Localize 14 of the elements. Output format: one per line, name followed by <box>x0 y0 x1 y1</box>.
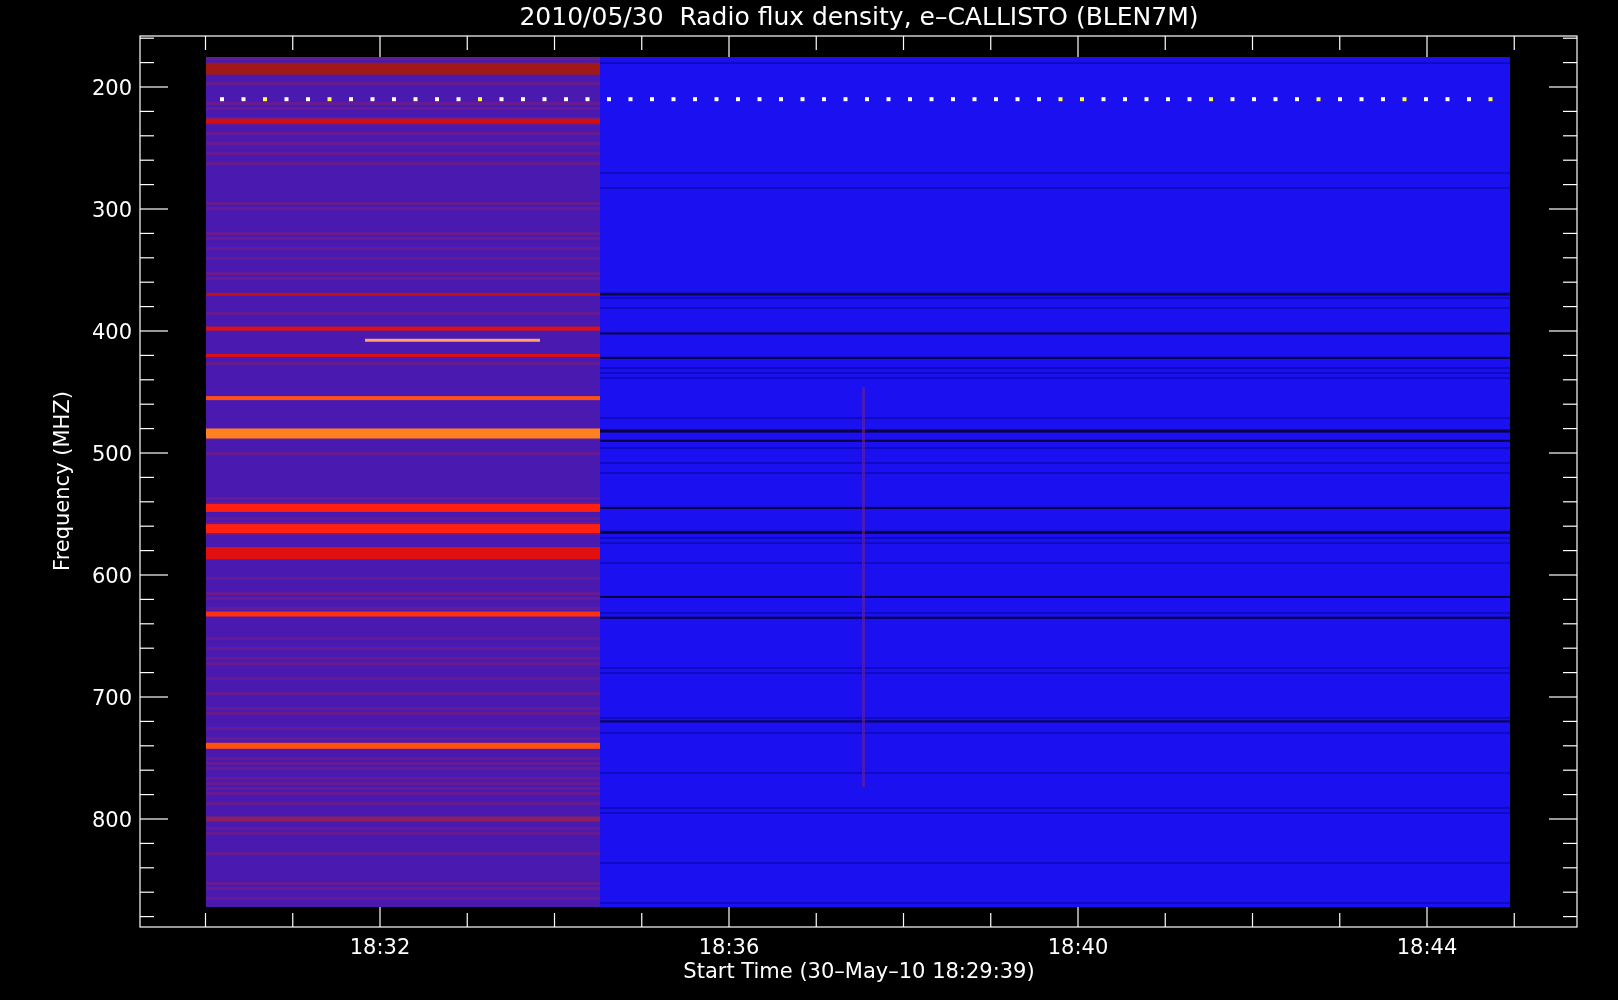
y-tick-label: 200 <box>91 76 132 100</box>
x-tick-label: 18:32 <box>349 935 411 959</box>
y-tick-label: 400 <box>91 320 132 344</box>
y-axis-label: Frequency (MHZ) <box>50 391 74 571</box>
y-tick-label: 700 <box>91 686 132 710</box>
x-tick-label: 18:44 <box>1396 935 1458 959</box>
y-tick-label: 300 <box>91 198 132 222</box>
x-axis-label: Start Time (30–May–10 18:29:39) <box>683 959 1035 983</box>
x-tick-label: 18:40 <box>1047 935 1109 959</box>
x-tick-label: 18:36 <box>698 935 760 959</box>
y-tick-label: 800 <box>91 808 132 832</box>
y-tick-label: 600 <box>91 564 132 588</box>
y-tick-label: 500 <box>91 442 132 466</box>
chart-title: 2010/05/30 Radio flux density, e–CALLISTO (BLEN7M) <box>519 2 1199 31</box>
